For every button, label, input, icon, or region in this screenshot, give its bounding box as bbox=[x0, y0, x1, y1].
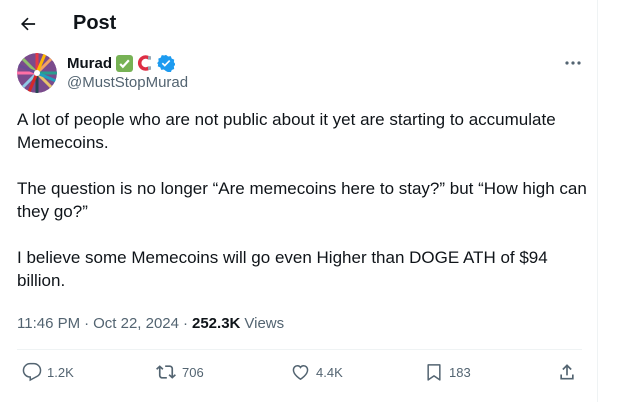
back-button[interactable] bbox=[14, 10, 42, 38]
back-arrow-icon bbox=[21, 17, 36, 31]
reply-count: 1.2K bbox=[47, 364, 74, 380]
post-paragraph: A lot of people who are not public about… bbox=[17, 110, 556, 152]
author-name-row: Murad bbox=[67, 54, 175, 72]
post-header: Post bbox=[0, 0, 598, 48]
more-options-button[interactable] bbox=[562, 54, 584, 72]
post-column: Post Murad @MustStopMurad A lot of peopl… bbox=[0, 0, 598, 402]
like-count: 4.4K bbox=[316, 364, 343, 380]
reply-button[interactable]: 1.2K bbox=[22, 362, 74, 382]
post-text: A lot of people who are not public about… bbox=[17, 108, 587, 315]
share-button[interactable] bbox=[557, 362, 577, 382]
avatar-image bbox=[17, 53, 57, 93]
reply-icon bbox=[22, 362, 42, 382]
verified-badge-icon[interactable] bbox=[157, 54, 175, 72]
page-title: Post bbox=[73, 12, 117, 34]
magnet-emoji-icon bbox=[137, 55, 153, 71]
like-button[interactable]: 4.4K bbox=[290, 362, 343, 382]
post-paragraph: The question is no longer “Are memecoins… bbox=[17, 179, 587, 221]
more-dots-icon bbox=[565, 61, 581, 65]
check-emoji-icon bbox=[116, 54, 133, 72]
meta-separator: · bbox=[84, 315, 90, 332]
divider bbox=[17, 349, 582, 350]
views-label: Views bbox=[244, 315, 285, 332]
repost-icon bbox=[156, 365, 176, 379]
bookmark-button[interactable]: 183 bbox=[424, 362, 471, 382]
post-date[interactable]: Oct 22, 2024 bbox=[93, 315, 179, 332]
share-icon bbox=[560, 364, 574, 380]
heart-icon bbox=[292, 364, 309, 381]
views-count[interactable]: 252.3K bbox=[192, 315, 240, 332]
avatar[interactable] bbox=[17, 53, 57, 93]
post-time[interactable]: 11:46 PM bbox=[17, 315, 80, 332]
post-paragraph: I believe some Memecoins will go even Hi… bbox=[17, 248, 548, 290]
repost-count: 706 bbox=[182, 364, 204, 380]
action-bar: 1.2K 706 4.4K 183 bbox=[0, 362, 598, 388]
author-name[interactable]: Murad bbox=[67, 55, 112, 72]
bookmark-count: 183 bbox=[449, 364, 471, 380]
post-metadata: 11:46 PM · Oct 22, 2024 · 252.3K Views bbox=[17, 315, 284, 332]
meta-separator: · bbox=[183, 315, 188, 332]
repost-button[interactable]: 706 bbox=[155, 362, 204, 382]
author-handle[interactable]: @MustStopMurad bbox=[67, 74, 188, 91]
bookmark-icon bbox=[427, 364, 441, 381]
